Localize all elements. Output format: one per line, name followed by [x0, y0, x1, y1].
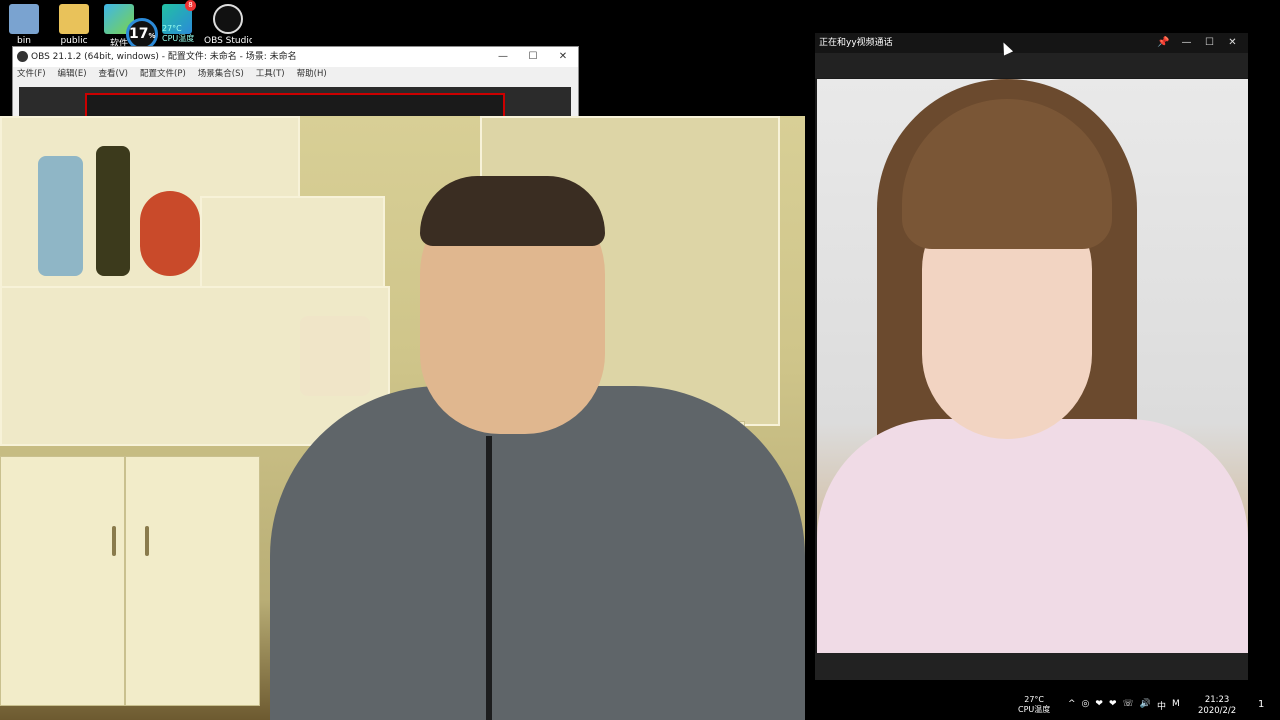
- show-hidden-icons-icon[interactable]: ^: [1068, 699, 1076, 712]
- call-window-title: 正在和yy视频通话: [819, 38, 893, 48]
- folder-icon: [59, 4, 89, 34]
- cpu-usage-unit: %: [148, 32, 156, 40]
- champagne-bottle: [96, 146, 130, 276]
- tray-cpu-temp-label: CPU温度: [1018, 705, 1051, 714]
- cpu-usage-value: 17: [129, 26, 149, 42]
- water-bottle: [38, 156, 83, 276]
- tray-app-icon[interactable]: ❤: [1109, 699, 1117, 712]
- cabinet-handle: [145, 526, 149, 556]
- remote-video: [817, 79, 1248, 653]
- tray-app-icon[interactable]: ❤: [1095, 699, 1103, 712]
- taskbar-clock[interactable]: 21:23 2020/2/2: [1198, 695, 1236, 717]
- obs-preview[interactable]: [19, 87, 571, 117]
- cpu-temp-value: 27°C: [162, 24, 182, 33]
- call-toolbar: [815, 53, 1248, 78]
- close-button[interactable]: ✕: [1221, 33, 1244, 53]
- webcam-video: [0, 116, 805, 720]
- shelf: [200, 196, 385, 296]
- volume-icon[interactable]: 🔊: [1140, 699, 1151, 712]
- menu-help[interactable]: 帮助(H): [297, 67, 327, 82]
- obs-menu-bar: 文件(F) 编辑(E) 查看(V) 配置文件(P) 场景集合(S) 工具(T) …: [13, 67, 578, 82]
- person-hair: [420, 176, 605, 246]
- network-icon[interactable]: ☏: [1123, 699, 1134, 712]
- tray-cpu-temp[interactable]: 27°C CPU温度: [1018, 695, 1050, 715]
- obs-preview-source: [85, 93, 505, 117]
- maximize-button[interactable]: ☐: [1198, 33, 1221, 53]
- cpu-temp-label: CPU温度: [162, 34, 195, 43]
- tray-icons: ^ ◎ ❤ ❤ ☏ 🔊 中 M: [1068, 699, 1180, 712]
- tray-app-icon[interactable]: ◎: [1082, 699, 1090, 712]
- desktop-icon-obs[interactable]: OBS Studio: [204, 4, 252, 46]
- tray-cpu-temp-value: 27°C: [1024, 695, 1045, 704]
- clock-time: 21:23: [1204, 695, 1230, 705]
- obs-logo-icon: [17, 51, 28, 62]
- desktop-icon-public[interactable]: public: [50, 4, 98, 46]
- desktop-icon-label: public: [60, 36, 88, 46]
- snack-bag: [300, 316, 370, 396]
- menu-tools[interactable]: 工具(T): [256, 67, 285, 82]
- obs-window[interactable]: OBS 21.1.2 (64bit, windows) - 配置文件: 未命名 …: [12, 46, 579, 118]
- taskbar-tray: 27°C CPU温度 ^ ◎ ❤ ❤ ☏ 🔊 中 M 21:23 2020/2/…: [1010, 690, 1280, 720]
- menu-profile[interactable]: 配置文件(P): [140, 67, 186, 82]
- call-title-bar[interactable]: 正在和yy视频通话 📌 — ☐ ✕: [815, 33, 1248, 53]
- cabinet-door: [125, 456, 260, 706]
- pin-button[interactable]: 📌: [1152, 33, 1175, 53]
- close-button[interactable]: ✕: [548, 47, 578, 67]
- desktop-icon-label: OBS Studio: [204, 36, 252, 46]
- cabinet-handle: [112, 526, 116, 556]
- menu-view[interactable]: 查看(V): [99, 67, 128, 82]
- obs-window-title: OBS 21.1.2 (64bit, windows) - 配置文件: 未命名 …: [31, 52, 297, 62]
- obs-studio-icon: [213, 4, 243, 34]
- recycle-bin-icon: [9, 4, 39, 34]
- cabinet-door: [0, 456, 125, 706]
- maximize-button[interactable]: ☐: [518, 47, 548, 67]
- menu-scene-collection[interactable]: 场景集合(S): [198, 67, 244, 82]
- notification-count: 1: [1258, 699, 1265, 710]
- notification-center-icon[interactable]: 1: [1258, 699, 1264, 710]
- call-bottom-bar: [815, 653, 1248, 680]
- video-call-window[interactable]: 正在和yy视频通话 📌 — ☐ ✕: [815, 33, 1248, 680]
- input-method-icon[interactable]: 中: [1157, 699, 1166, 712]
- figurine: [140, 191, 200, 276]
- desktop-icon-bin[interactable]: bin: [0, 4, 48, 46]
- obs-title-bar[interactable]: OBS 21.1.2 (64bit, windows) - 配置文件: 未命名 …: [13, 47, 578, 67]
- clock-date: 2020/2/2: [1198, 706, 1237, 716]
- minimize-button[interactable]: —: [1175, 33, 1198, 53]
- cpu-temp-text: 27°C CPU温度: [162, 24, 194, 44]
- menu-edit[interactable]: 编辑(E): [58, 67, 87, 82]
- jacket-zipper: [486, 436, 492, 720]
- menu-file[interactable]: 文件(F): [17, 67, 46, 82]
- remote-person-shirt: [817, 419, 1248, 653]
- person-jacket: [270, 386, 805, 720]
- ime-mode-icon[interactable]: M: [1172, 699, 1180, 712]
- minimize-button[interactable]: —: [488, 47, 518, 67]
- desktop-icon-label: bin: [17, 36, 31, 46]
